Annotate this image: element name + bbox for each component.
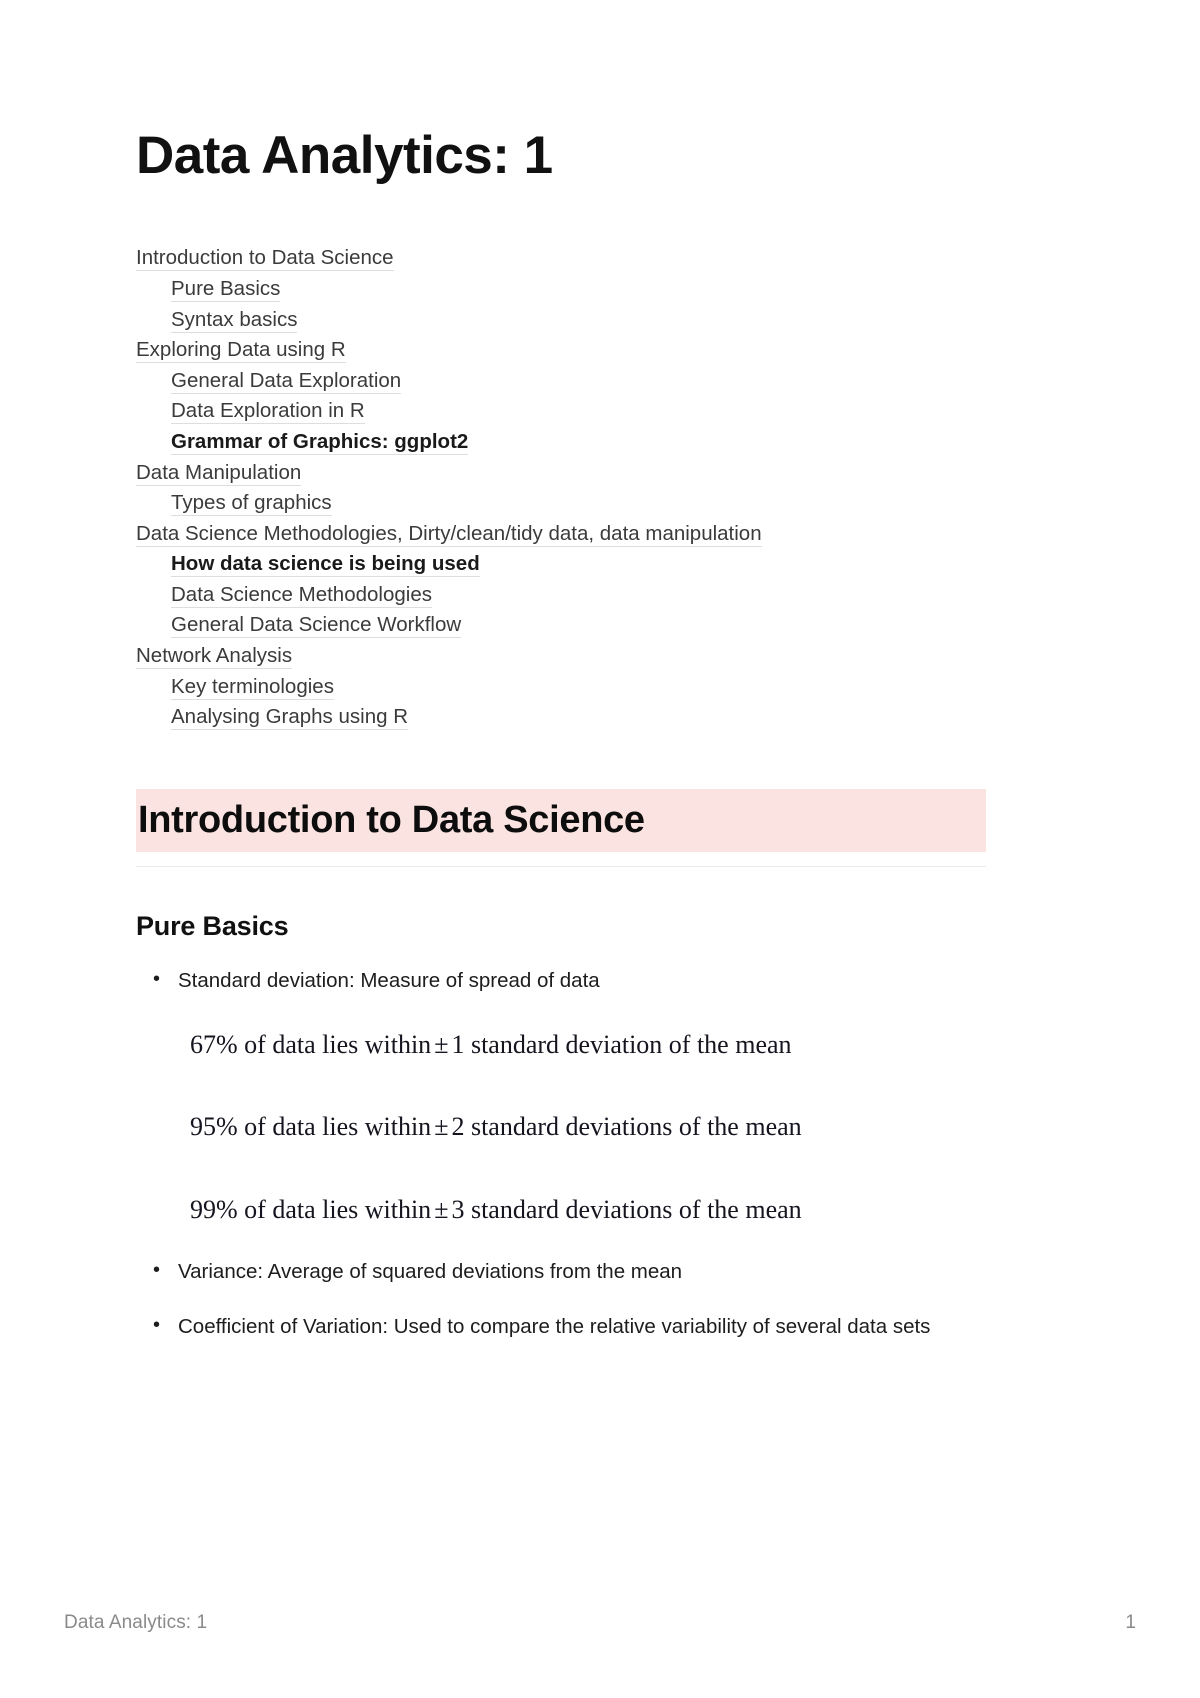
list-item: Coefficient of Variation: Used to compar… xyxy=(153,1309,986,1343)
toc-entry[interactable]: General Data Exploration xyxy=(136,366,986,397)
toc-link[interactable]: General Data Exploration xyxy=(171,368,402,394)
toc-entry[interactable]: Data Science Methodologies, Dirty/clean/… xyxy=(136,519,986,550)
toc-entry[interactable]: Data Science Methodologies xyxy=(136,580,986,611)
table-of-contents: Introduction to Data Science Pure Basics… xyxy=(136,243,986,733)
math-line: 67% of data lies within ±1 standard devia… xyxy=(190,1029,986,1060)
toc-entry[interactable]: Data Manipulation xyxy=(136,458,986,489)
toc-link[interactable]: Syntax basics xyxy=(171,307,298,333)
footer-title: Data Analytics: 1 xyxy=(64,1612,208,1633)
toc-entry[interactable]: Analysing Graphs using R xyxy=(136,702,986,733)
toc-entry[interactable]: Key terminologies xyxy=(136,672,986,703)
bullet-list-top: Standard deviation: Measure of spread of… xyxy=(136,963,986,997)
math-prefix: 95% of data lies within xyxy=(190,1112,432,1142)
toc-link[interactable]: Pure Basics xyxy=(171,276,281,302)
toc-entry[interactable]: Types of graphics xyxy=(136,488,986,519)
toc-entry[interactable]: Introduction to Data Science xyxy=(136,243,986,274)
toc-link[interactable]: Types of graphics xyxy=(171,491,332,517)
toc-link[interactable]: Exploring Data using R xyxy=(136,338,346,364)
toc-entry[interactable]: Exploring Data using R xyxy=(136,335,986,366)
toc-link[interactable]: How data science is being used xyxy=(171,552,480,578)
section-heading: Introduction to Data Science xyxy=(136,788,986,852)
toc-entry[interactable]: Grammar of Graphics: ggplot2 xyxy=(136,427,986,458)
toc-entry[interactable]: General Data Science Workflow xyxy=(136,610,986,641)
math-prefix: 99% of data lies within xyxy=(190,1194,432,1224)
list-item: Standard deviation: Measure of spread of… xyxy=(153,963,986,997)
bullet-list-bottom: Variance: Average of squared deviations … xyxy=(136,1254,986,1343)
toc-link[interactable]: Network Analysis xyxy=(136,644,293,670)
document-page: Data Analytics: 1 Introduction to Data S… xyxy=(0,0,1200,1698)
toc-link[interactable]: Data Manipulation xyxy=(136,460,302,486)
math-suffix: 1 standard deviation of the mean xyxy=(451,1029,792,1059)
plus-minus-icon: ± xyxy=(434,1029,449,1059)
math-block: 67% of data lies within ±1 standard devia… xyxy=(136,1029,986,1225)
subsection-heading: Pure Basics xyxy=(136,910,289,941)
page-content: Data Analytics: 1 Introduction to Data S… xyxy=(136,126,986,1365)
toc-link[interactable]: General Data Science Workflow xyxy=(171,613,462,639)
toc-entry[interactable]: Data Exploration in R xyxy=(136,396,986,427)
toc-entry[interactable]: How data science is being used xyxy=(136,549,986,580)
math-suffix: 3 standard deviations of the mean xyxy=(451,1194,802,1224)
toc-entry[interactable]: Syntax basics xyxy=(136,305,986,336)
math-suffix: 2 standard deviations of the mean xyxy=(451,1112,802,1142)
math-line: 95% of data lies within ±2 standard devia… xyxy=(190,1113,986,1142)
list-item: Variance: Average of squared deviations … xyxy=(153,1254,986,1288)
toc-link[interactable]: Data Exploration in R xyxy=(171,399,365,425)
math-line: 99% of data lies within ±3 standard devia… xyxy=(190,1194,986,1225)
math-prefix: 67% of data lies within xyxy=(190,1029,432,1059)
toc-entry[interactable]: Network Analysis xyxy=(136,641,986,672)
toc-link[interactable]: Analysing Graphs using R xyxy=(171,705,409,731)
plus-minus-icon: ± xyxy=(434,1194,449,1224)
footer-page-number: 1 xyxy=(1125,1612,1136,1633)
page-footer: Data Analytics: 1 1 xyxy=(64,1612,1136,1634)
toc-link[interactable]: Key terminologies xyxy=(171,674,334,700)
toc-link[interactable]: Data Science Methodologies xyxy=(171,582,432,608)
toc-link[interactable]: Grammar of Graphics: ggplot2 xyxy=(171,429,469,455)
page-title: Data Analytics: 1 xyxy=(136,126,553,185)
toc-link[interactable]: Introduction to Data Science xyxy=(136,246,394,272)
toc-entry[interactable]: Pure Basics xyxy=(136,274,986,305)
toc-link[interactable]: Data Science Methodologies, Dirty/clean/… xyxy=(136,521,762,547)
section-heading-wrap: Introduction to Data Science xyxy=(136,788,986,867)
plus-minus-icon: ± xyxy=(434,1112,449,1142)
